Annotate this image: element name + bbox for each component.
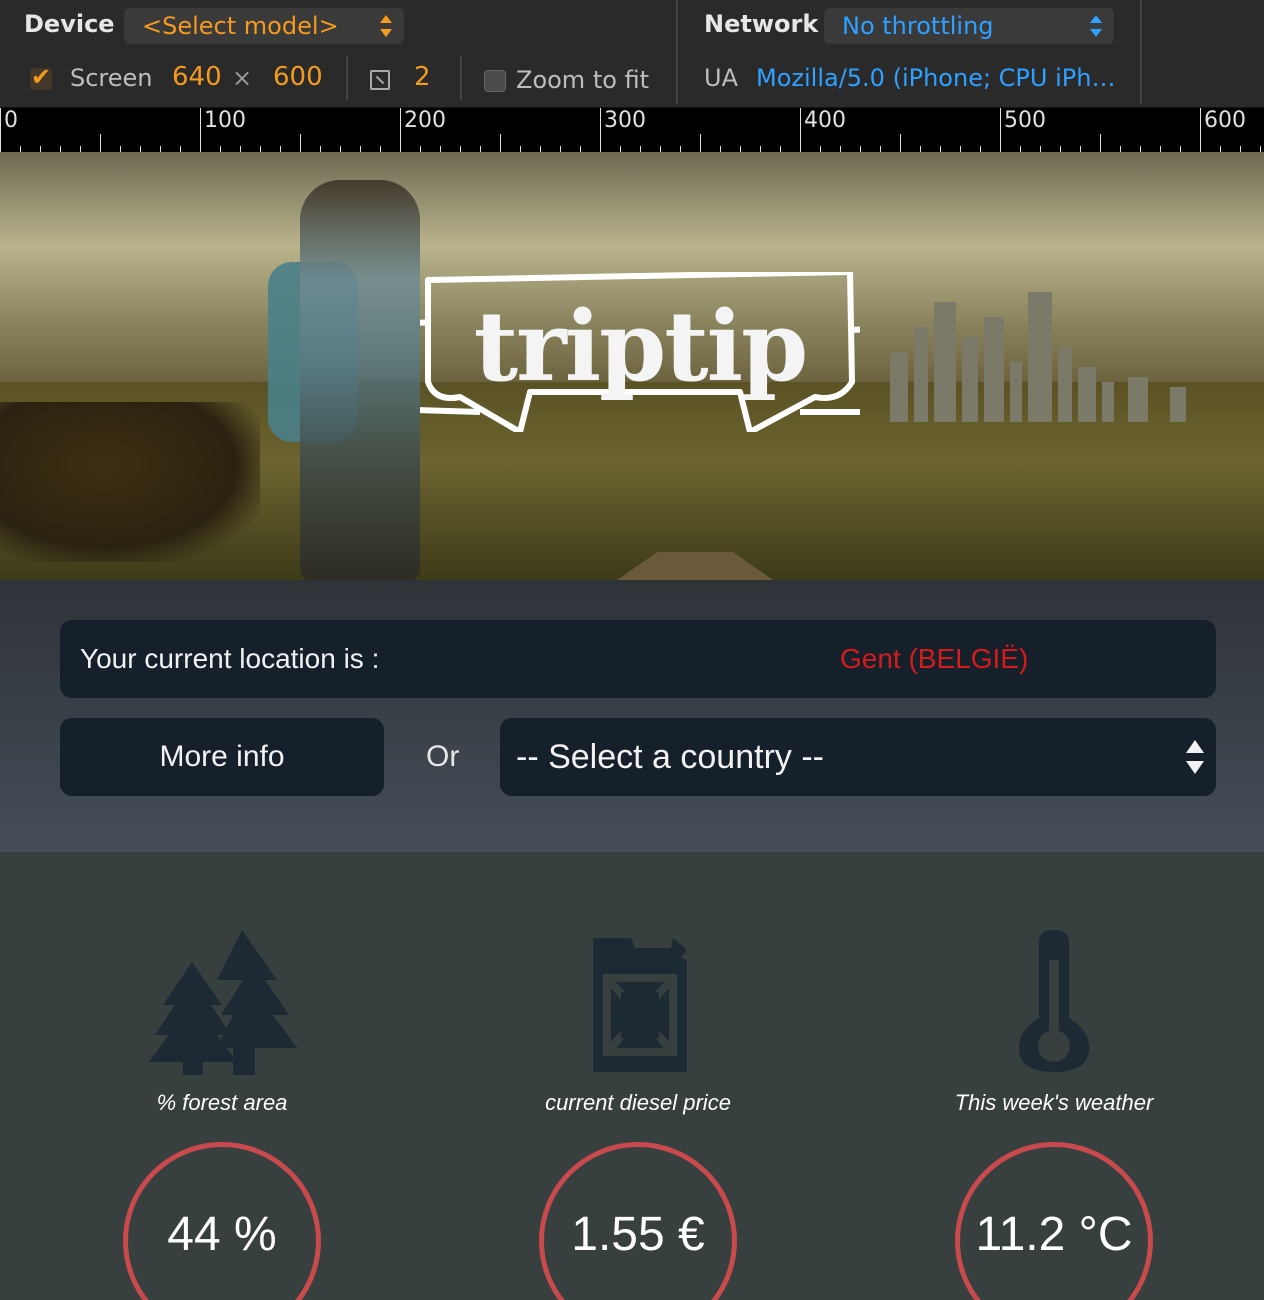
stat-caption: % forest area xyxy=(156,1090,288,1115)
trees-icon xyxy=(149,930,297,1075)
location-panel: Your current location is : Gent (BELGIË)… xyxy=(0,580,1264,852)
ruler-label: 300 xyxy=(604,108,646,133)
stat-value: 44 % xyxy=(167,1208,277,1261)
stats-section: % forest area 44 % current diesel price … xyxy=(0,852,1264,1300)
network-throttling-value: No throttling xyxy=(842,12,994,40)
more-info-button[interactable]: More info xyxy=(60,718,384,796)
toolbar-divider xyxy=(460,56,462,100)
ruler-tick xyxy=(1200,108,1201,152)
hero-hiker xyxy=(300,180,420,580)
hero-city-skyline xyxy=(870,272,1250,422)
stat-value: 1.55 € xyxy=(571,1208,705,1261)
ruler-tick xyxy=(900,134,901,152)
screen-checkbox[interactable] xyxy=(30,63,52,91)
ruler-tick xyxy=(300,134,301,152)
user-agent-input[interactable]: Mozilla/5.0 (iPhone; CPU iPh… xyxy=(756,64,1115,92)
ruler-label: 400 xyxy=(804,108,846,133)
country-select[interactable]: -- Select a country -- xyxy=(500,718,1216,796)
device-model-select[interactable]: <Select model> xyxy=(124,8,404,44)
or-label: Or xyxy=(426,740,460,773)
screen-label: Screen xyxy=(70,64,153,92)
screen-width-input[interactable]: 640 xyxy=(172,62,222,92)
device-pixel-ratio-icon xyxy=(370,70,390,90)
toolbar-divider xyxy=(1140,0,1142,104)
screen-height-input[interactable]: 600 xyxy=(273,62,323,92)
ua-label: UA xyxy=(704,64,738,92)
ruler-tick xyxy=(0,108,1,152)
zoom-to-fit-checkbox[interactable] xyxy=(484,70,506,92)
select-arrows-icon xyxy=(380,13,392,39)
current-location-label: Your current location is : xyxy=(80,643,380,674)
stat-forest: % forest area 44 % xyxy=(62,852,382,1300)
toolbar-divider xyxy=(676,0,678,104)
triptip-logo: triptip xyxy=(420,272,860,432)
network-label: Network xyxy=(704,10,819,38)
stat-weather: This week's weather 11.2 °C xyxy=(894,852,1214,1300)
stat-caption: current diesel price xyxy=(545,1090,731,1115)
stat-diesel: current diesel price 1.55 € xyxy=(478,852,798,1300)
jerrycan-icon xyxy=(593,938,687,1072)
device-emulation-toolbar: Device <Select model> Network No throttl… xyxy=(0,0,1264,108)
current-location-bar: Your current location is : Gent (BELGIË) xyxy=(60,620,1216,698)
device-pixel-ratio-input[interactable]: 2 xyxy=(414,62,431,92)
current-location-value: Gent (BELGIË) xyxy=(840,643,1029,674)
ruler-label: 500 xyxy=(1004,108,1046,133)
stat-caption: This week's weather xyxy=(954,1090,1154,1115)
ruler-tick xyxy=(200,108,201,152)
select-arrows-icon xyxy=(1090,13,1102,39)
thermometer-icon xyxy=(1019,930,1089,1072)
zoom-to-fit-label: Zoom to fit xyxy=(516,66,650,94)
hero-trees xyxy=(0,402,260,562)
select-arrows-icon xyxy=(1186,740,1204,774)
ruler-label: 0 xyxy=(4,108,18,133)
ruler-tick xyxy=(400,108,401,152)
ruler-label: 100 xyxy=(204,108,246,133)
toolbar-divider xyxy=(346,56,348,100)
ruler-tick xyxy=(1000,108,1001,152)
network-throttling-select[interactable]: No throttling xyxy=(824,8,1114,44)
country-select-value: -- Select a country -- xyxy=(516,738,824,776)
device-label: Device xyxy=(24,10,115,38)
ruler-tick xyxy=(100,134,101,152)
ruler-label: 600 xyxy=(1204,108,1246,133)
dimension-separator: × xyxy=(232,64,253,92)
ruler-tick xyxy=(1100,134,1101,152)
ruler-tick xyxy=(500,134,501,152)
hero-banner: triptip xyxy=(0,152,1264,580)
stat-value: 11.2 °C xyxy=(975,1208,1133,1261)
ruler-label: 200 xyxy=(404,108,446,133)
logo-text: triptip xyxy=(473,290,808,403)
ruler-tick xyxy=(600,108,601,152)
device-model-value: <Select model> xyxy=(142,12,339,40)
ruler-tick xyxy=(700,134,701,152)
ruler-tick xyxy=(800,108,801,152)
pixel-ruler: 0 100 200 300 400 500 600 xyxy=(0,108,1264,152)
